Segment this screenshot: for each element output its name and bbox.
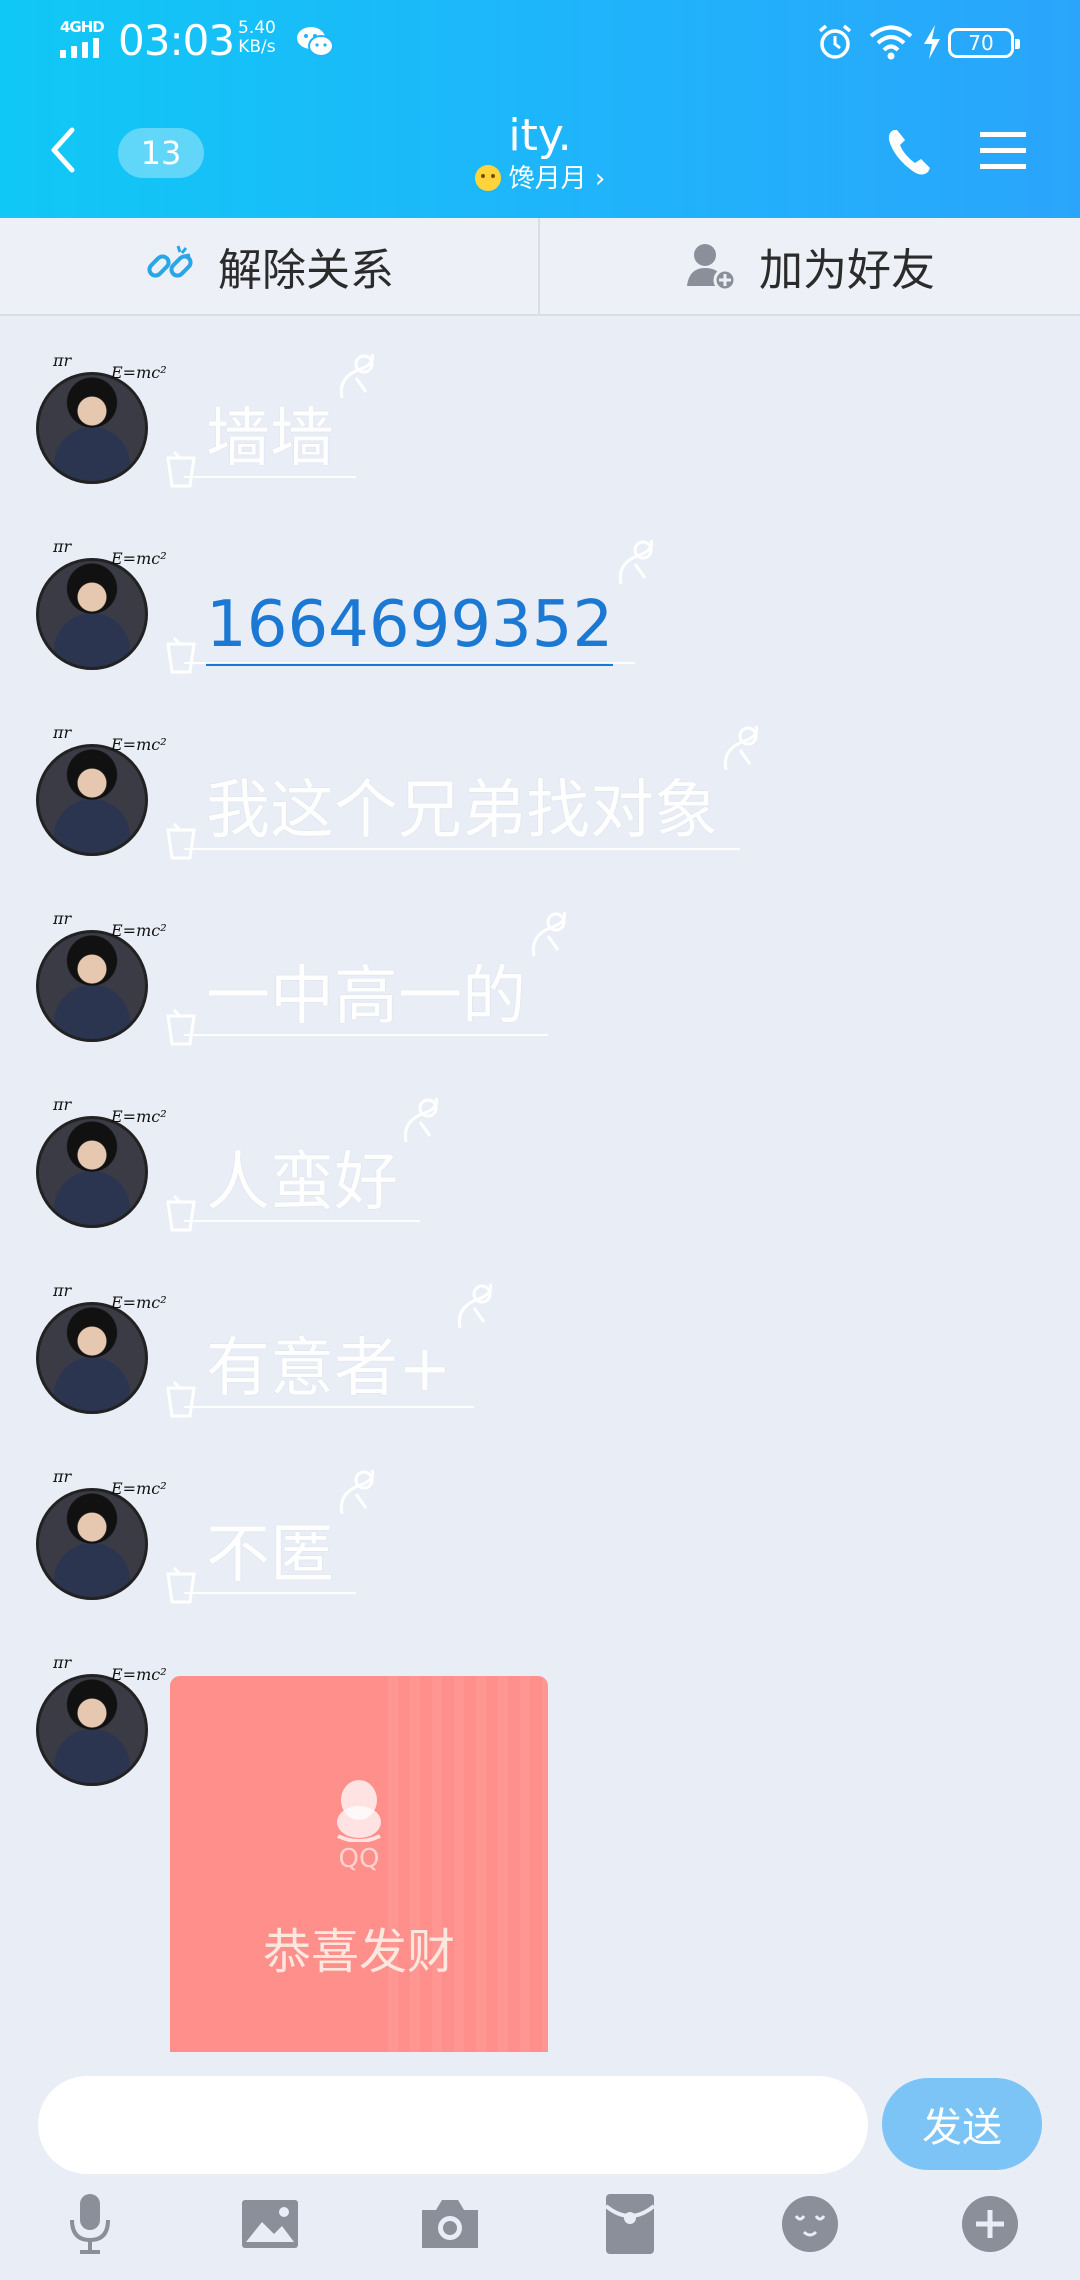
- message-text: 墙墙: [206, 402, 334, 476]
- wechat-icon: [297, 27, 334, 57]
- message-input[interactable]: [38, 2076, 868, 2174]
- battery-indicator: 70: [948, 28, 1020, 58]
- red-packet-card[interactable]: QQ 恭喜发财: [170, 1676, 548, 2052]
- sender-avatar[interactable]: [36, 1653, 167, 1786]
- image-icon[interactable]: [240, 2192, 300, 2256]
- sender-avatar[interactable]: [36, 1467, 167, 1600]
- signal-icon: 4GHD: [58, 18, 106, 58]
- cup-decoration-icon: [166, 636, 196, 674]
- status-time: 03:03: [118, 16, 235, 65]
- red-packet-icon[interactable]: [600, 2192, 660, 2256]
- cup-decoration-icon: [166, 1380, 196, 1418]
- message-bubble[interactable]: 我这个兄弟找对象: [166, 725, 759, 866]
- emoji-icon[interactable]: [780, 2192, 840, 2256]
- sender-avatar[interactable]: [36, 351, 167, 484]
- message-bubble[interactable]: 不匿: [166, 1469, 375, 1610]
- sender-avatar[interactable]: [36, 909, 167, 1042]
- message-text: 我这个兄弟找对象: [206, 774, 718, 848]
- sender-avatar[interactable]: [36, 537, 167, 670]
- message-text: 人蛮好: [206, 1146, 398, 1220]
- doodle-decoration-icon: [531, 911, 567, 957]
- chat-title: ity.: [508, 110, 572, 161]
- doodle-decoration-icon: [457, 1283, 492, 1329]
- red-packet-brand: QQ: [338, 1844, 380, 1874]
- camera-icon[interactable]: [420, 2192, 480, 2256]
- message-bubble[interactable]: 1664699352: [166, 539, 654, 680]
- unlink-relationship-button[interactable]: 解除关系: [0, 218, 540, 314]
- add-friend-button[interactable]: 加为好友: [540, 218, 1080, 314]
- back-arrow-icon[interactable]: [40, 120, 84, 180]
- emoji-face-icon: [474, 165, 501, 191]
- microphone-icon[interactable]: [60, 2192, 120, 2256]
- speed-value: 5.40: [238, 18, 276, 38]
- chat-subtitle[interactable]: 馋月月 ›: [340, 162, 740, 196]
- doodle-decoration-icon: [619, 539, 654, 585]
- message-bubble[interactable]: 人蛮好: [166, 1097, 439, 1238]
- unlink-chain-icon: [147, 245, 193, 278]
- message-text: 一中高一的: [206, 960, 526, 1034]
- cup-decoration-icon: [166, 1194, 196, 1232]
- cup-decoration-icon: [166, 1008, 196, 1046]
- composer-bar: 发送: [0, 2060, 1080, 2280]
- message-bubble[interactable]: 一中高一的: [166, 911, 567, 1052]
- plus-icon[interactable]: [960, 2192, 1020, 2256]
- alarm-icon: [818, 24, 852, 59]
- cup-decoration-icon: [166, 822, 196, 860]
- unread-count-badge[interactable]: 13: [118, 128, 204, 178]
- relationship-action-bar: 解除关系 加为好友: [0, 218, 1080, 316]
- red-packet-wish: 恭喜发财: [262, 1924, 455, 1980]
- unlink-relationship-label: 解除关系: [218, 245, 394, 296]
- phone-icon[interactable]: [884, 124, 934, 180]
- message-bubble[interactable]: 有意者+: [166, 1283, 492, 1424]
- qq-penguin-icon: [337, 1780, 381, 1842]
- message-link-text[interactable]: 1664699352: [206, 587, 614, 666]
- sender-avatar[interactable]: [36, 1281, 167, 1414]
- chat-header: 4GHD 03:03 5.40 KB/s 70 13 ity. 馋月月 ›: [0, 0, 1080, 218]
- add-friend-icon: [687, 244, 737, 292]
- status-bar: 4GHD 03:03 5.40 KB/s 70: [0, 0, 1080, 85]
- sender-avatar[interactable]: [36, 723, 167, 856]
- cup-decoration-icon: [166, 1566, 196, 1604]
- menu-icon[interactable]: [978, 126, 1028, 176]
- doodle-decoration-icon: [339, 1469, 375, 1515]
- speed-unit: KB/s: [238, 37, 276, 57]
- composer-toolbar: [0, 2192, 1080, 2280]
- message-bubble[interactable]: 墙墙: [166, 353, 375, 494]
- doodle-decoration-icon: [403, 1097, 439, 1143]
- message-text: 有意者+: [206, 1332, 452, 1406]
- charging-icon: [924, 25, 940, 59]
- message-text: 不匿: [206, 1518, 334, 1592]
- send-button[interactable]: 发送: [882, 2078, 1042, 2170]
- network-type: 4GHD: [60, 18, 105, 36]
- subtitle-text: 馋月月 ›: [508, 164, 606, 194]
- wifi-icon: [869, 25, 913, 60]
- add-friend-label: 加为好友: [759, 245, 935, 296]
- doodle-decoration-icon: [723, 725, 759, 771]
- doodle-decoration-icon: [339, 353, 375, 399]
- cup-decoration-icon: [166, 450, 196, 488]
- network-speed: 5.40 KB/s: [238, 19, 276, 57]
- sender-avatar[interactable]: [36, 1095, 167, 1228]
